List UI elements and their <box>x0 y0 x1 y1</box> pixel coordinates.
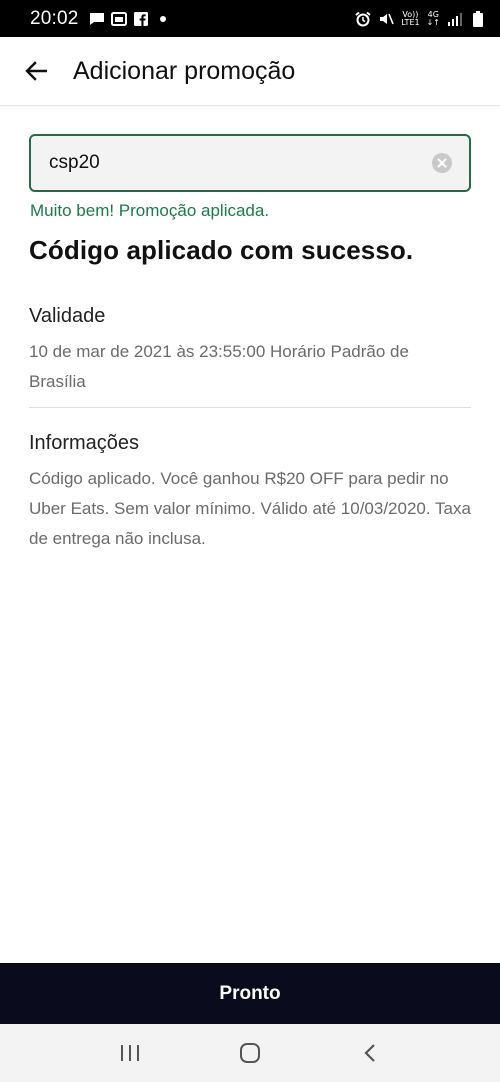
info-title: Informações <box>29 432 140 454</box>
recent-apps-button[interactable] <box>100 1028 160 1078</box>
alarm-icon <box>355 11 371 26</box>
success-message: Muito bem! Promoção aplicada. <box>30 201 270 220</box>
status-bar: 20:02 Vo)) LTE1 4G ↓↑ <box>0 0 500 37</box>
facebook-icon <box>133 11 149 26</box>
close-icon <box>437 158 447 168</box>
home-button[interactable] <box>220 1028 280 1078</box>
home-icon <box>240 1043 260 1063</box>
volte-bottom-label: LTE1 <box>401 17 420 27</box>
dot-icon <box>155 12 171 26</box>
page-title: Adicionar promoção <box>73 56 296 85</box>
navigation-bar <box>0 1024 500 1082</box>
divider <box>29 407 471 408</box>
signal-icon <box>447 12 463 26</box>
image-icon <box>110 11 127 26</box>
validity-text: 10 de mar de 2021 às 23:55:00 Horário Pa… <box>29 342 409 391</box>
status-left-icons <box>89 11 171 26</box>
4g-icon: 4G ↓↑ <box>426 10 440 27</box>
mute-icon <box>378 12 394 26</box>
success-heading: Código aplicado com sucesso. <box>29 235 414 265</box>
promo-code-field[interactable] <box>29 134 471 192</box>
info-text: Código aplicado. Você ganhou R$20 OFF pa… <box>29 469 471 548</box>
system-back-button[interactable] <box>340 1028 400 1078</box>
back-icon <box>364 1044 375 1062</box>
message-icon <box>89 12 105 26</box>
arrow-left-icon <box>25 61 47 81</box>
recent-apps-icon <box>121 1045 139 1061</box>
battery-icon <box>470 10 486 27</box>
back-button[interactable] <box>16 51 56 91</box>
app-bar: Adicionar promoção <box>0 37 500 106</box>
done-button[interactable]: Pronto <box>0 963 500 1024</box>
clear-button[interactable] <box>432 153 452 173</box>
validity-title: Validade <box>29 305 106 327</box>
status-time: 20:02 <box>30 7 79 29</box>
volte-icon: Vo)) LTE1 <box>401 10 420 27</box>
net-bottom-label: ↓↑ <box>426 17 440 27</box>
status-right-icons: Vo)) LTE1 4G ↓↑ <box>355 10 486 27</box>
promo-code-input[interactable] <box>49 152 409 174</box>
